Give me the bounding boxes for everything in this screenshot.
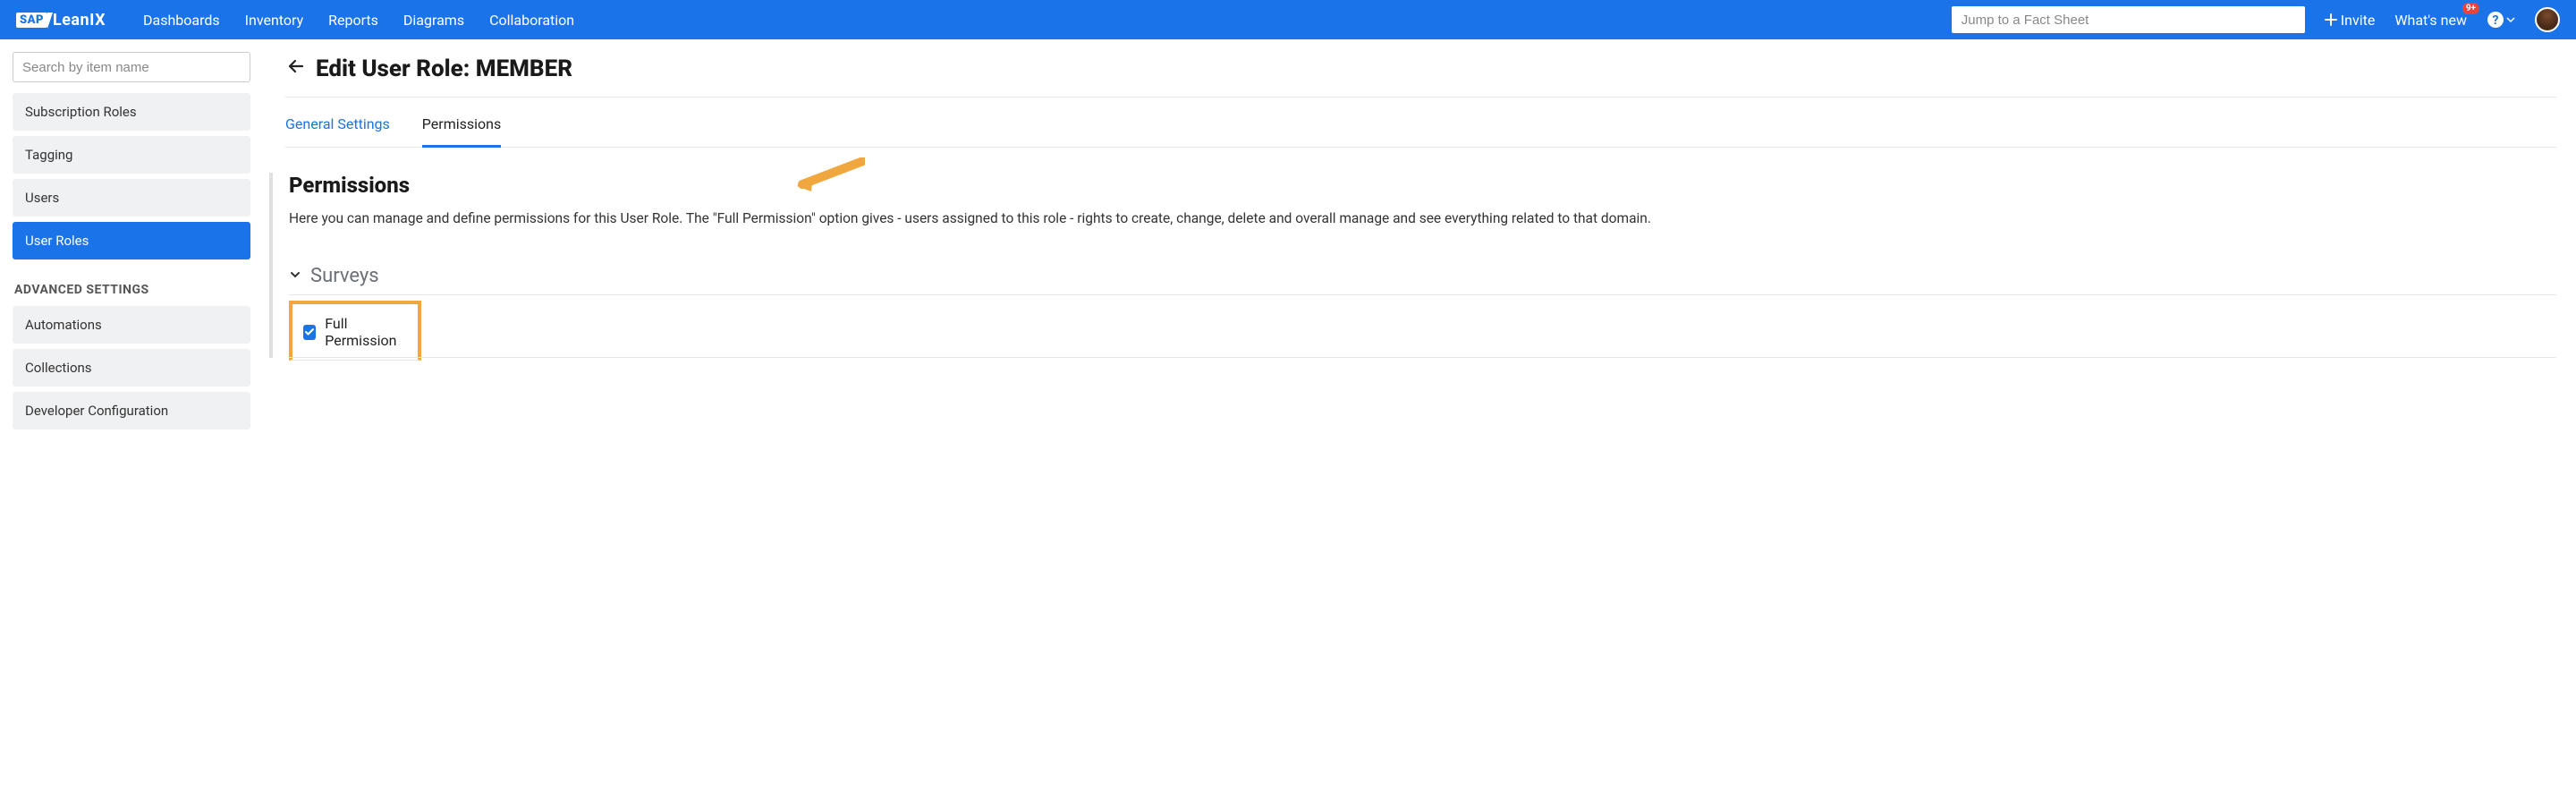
- page-title-role: MEMBER: [476, 55, 572, 82]
- full-permission-label: Full Permission: [325, 315, 407, 349]
- section-body: Here you can manage and define permissio…: [289, 208, 2556, 229]
- sidebar: Subscription Roles Tagging Users User Ro…: [0, 39, 266, 442]
- sidebar-item-tagging[interactable]: Tagging: [13, 136, 250, 174]
- nav-reports[interactable]: Reports: [328, 12, 378, 29]
- invite-label: Invite: [2341, 12, 2376, 29]
- plus-icon: [2325, 13, 2337, 26]
- page-title: Edit User Role: MEMBER: [316, 55, 572, 82]
- check-icon: [304, 327, 315, 337]
- tab-general-settings[interactable]: General Settings: [285, 98, 390, 147]
- sidebar-search-input[interactable]: [13, 52, 250, 82]
- brand-logo[interactable]: SAP LeanIX: [16, 11, 106, 30]
- row-underline: [289, 357, 2556, 358]
- main-content: Edit User Role: MEMBER General Settings …: [266, 39, 2576, 442]
- sidebar-item-collections[interactable]: Collections: [13, 349, 250, 387]
- chevron-down-icon: [289, 268, 301, 285]
- whats-new-button[interactable]: What's new 9+: [2394, 12, 2467, 29]
- sidebar-item-users[interactable]: Users: [13, 179, 250, 217]
- sap-badge: SAP: [16, 13, 47, 28]
- section-heading: Permissions: [289, 173, 2556, 198]
- nav-search-wrap: [594, 6, 2305, 33]
- accordion-title: Surveys: [310, 265, 379, 287]
- help-menu[interactable]: ?: [2487, 11, 2515, 29]
- tab-permissions[interactable]: Permissions: [422, 98, 501, 148]
- caret-down-icon: [2506, 15, 2515, 24]
- sidebar-item-user-roles[interactable]: User Roles: [13, 222, 250, 259]
- title-row: Edit User Role: MEMBER: [285, 55, 2556, 98]
- invite-button[interactable]: Invite: [2325, 12, 2376, 29]
- full-permission-checkbox[interactable]: [303, 325, 316, 340]
- sidebar-advanced-heading: ADVANCED SETTINGS: [14, 283, 253, 297]
- nav-inventory[interactable]: Inventory: [245, 12, 304, 29]
- accordion-header[interactable]: Surveys: [289, 265, 2556, 295]
- nav-collaboration[interactable]: Collaboration: [489, 12, 574, 29]
- nav-diagrams[interactable]: Diagrams: [403, 12, 464, 29]
- jump-search-input[interactable]: [1952, 6, 2305, 33]
- nav-links: Dashboards Inventory Reports Diagrams Co…: [143, 12, 574, 29]
- help-icon: ?: [2487, 11, 2504, 29]
- nav-right: Invite What's new 9+ ?: [2325, 7, 2560, 32]
- sidebar-item-automations[interactable]: Automations: [13, 306, 250, 344]
- back-arrow-icon[interactable]: [285, 55, 307, 82]
- content-region: Permissions Here you can manage and defi…: [269, 173, 2556, 358]
- avatar[interactable]: [2535, 7, 2560, 32]
- page-title-prefix: Edit User Role:: [316, 55, 476, 82]
- accordion-surveys: Surveys Full Permission: [289, 265, 2556, 358]
- svg-text:?: ?: [2493, 13, 2499, 28]
- top-nav: SAP LeanIX Dashboards Inventory Reports …: [0, 0, 2576, 39]
- full-permission-row[interactable]: Full Permission: [289, 301, 421, 361]
- brand-name: LeanIX: [53, 11, 106, 30]
- nav-dashboards[interactable]: Dashboards: [143, 12, 220, 29]
- whats-new-label: What's new: [2394, 12, 2467, 29]
- notification-badge: 9+: [2462, 3, 2479, 14]
- sidebar-item-subscription-roles[interactable]: Subscription Roles: [13, 93, 250, 131]
- sidebar-item-developer-config[interactable]: Developer Configuration: [13, 392, 250, 429]
- tabs: General Settings Permissions: [285, 98, 2556, 148]
